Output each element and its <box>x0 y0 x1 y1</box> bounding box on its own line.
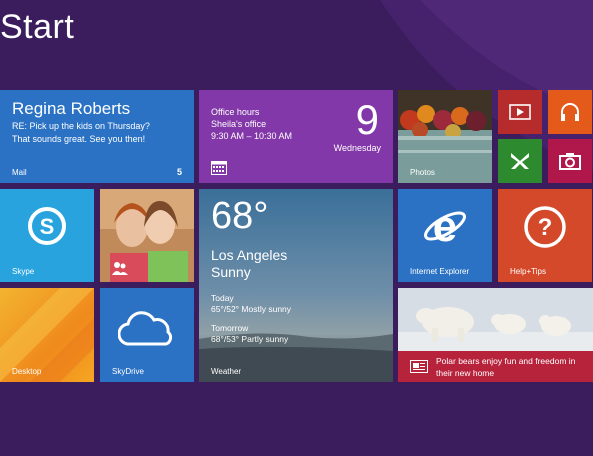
news-caption-bar: Polar bears enjoy fun and freedom in the… <box>398 351 593 382</box>
forecast-today: 65°/52° Mostly sunny <box>211 304 292 314</box>
mail-sender: Regina Roberts <box>12 99 131 118</box>
photos-label: Photos <box>410 168 435 177</box>
photos-tile[interactable]: Photos <box>398 90 492 183</box>
internet-explorer-label: Internet Explorer <box>410 267 470 276</box>
event-time: 9:30 AM – 10:30 AM <box>211 131 293 141</box>
desktop-label: Desktop <box>12 367 42 376</box>
news-tile[interactable]: Polar bears enjoy fun and freedom in the… <box>398 288 593 382</box>
internet-explorer-tile[interactable]: e Internet Explorer <box>398 189 492 282</box>
skydrive-tile[interactable]: SkyDrive <box>100 288 194 382</box>
calendar-weekday: Wednesday <box>333 143 381 153</box>
mail-preview: RE: Pick up the kids on Thursday? That s… <box>12 120 182 146</box>
mail-preview-line1: RE: Pick up the kids on Thursday? <box>12 121 150 131</box>
news-headline: Polar bears enjoy fun and freedom in the… <box>436 356 576 378</box>
video-tile[interactable] <box>498 90 542 134</box>
forecast-today-label: Today <box>211 293 234 303</box>
mail-tile[interactable]: Regina Roberts RE: Pick up the kids on T… <box>0 90 194 183</box>
camera-tile[interactable] <box>548 139 592 183</box>
forecast-tomorrow: 68°/53° Partly sunny <box>211 334 289 344</box>
mail-unread-count: 5 <box>176 167 182 177</box>
xbox-icon <box>511 153 529 169</box>
desktop-tile[interactable]: Desktop <box>0 288 94 382</box>
question-icon: ? <box>524 206 566 248</box>
weather-condition: Sunny <box>211 264 251 280</box>
cloud-icon <box>118 311 173 346</box>
skype-label: Skype <box>12 267 35 276</box>
internet-explorer-icon: e <box>424 203 466 249</box>
music-tile[interactable] <box>548 90 592 134</box>
calendar-day-number: 9 <box>355 96 379 143</box>
svg-text:?: ? <box>538 214 553 241</box>
help-tips-tile[interactable]: ? Help+Tips <box>498 189 592 282</box>
start-title: Start <box>0 8 75 46</box>
calendar-icon <box>211 161 227 175</box>
forecast-tomorrow-label: Tomorrow <box>211 323 249 333</box>
video-icon <box>509 104 531 120</box>
newspaper-icon <box>410 360 428 373</box>
mail-preview-line2: That sounds great. See you then! <box>12 134 146 144</box>
mail-label: Mail <box>12 168 27 177</box>
event-location: Sheila's office <box>211 119 267 129</box>
event-title: Office hours <box>211 107 260 117</box>
weather-label: Weather <box>211 367 242 376</box>
polar-bears-photo <box>398 288 593 351</box>
svg-text:e: e <box>433 203 457 249</box>
weather-city: Los Angeles <box>211 247 288 263</box>
weather-location: Los Angeles Sunny <box>211 247 287 281</box>
help-tips-label: Help+Tips <box>510 267 546 276</box>
weather-temperature: 68° <box>211 195 269 237</box>
weather-forecast: Today 65°/52° Mostly sunny Tomorrow 68°/… <box>211 293 291 345</box>
calendar-tile[interactable]: Office hours Sheila's office 9:30 AM – 1… <box>199 90 393 183</box>
games-tile[interactable] <box>498 139 542 183</box>
calendar-event: Office hours Sheila's office 9:30 AM – 1… <box>211 106 292 142</box>
skype-tile[interactable]: S Skype <box>0 189 94 282</box>
skydrive-label: SkyDrive <box>112 367 145 376</box>
weather-tile[interactable]: 68° Los Angeles Sunny Today 65°/52° Most… <box>199 189 393 382</box>
headphones-icon <box>561 103 579 121</box>
svg-text:S: S <box>40 214 55 239</box>
people-icon <box>112 262 128 275</box>
skype-icon: S <box>28 207 66 245</box>
people-tile[interactable] <box>100 189 194 282</box>
camera-icon <box>559 153 581 170</box>
